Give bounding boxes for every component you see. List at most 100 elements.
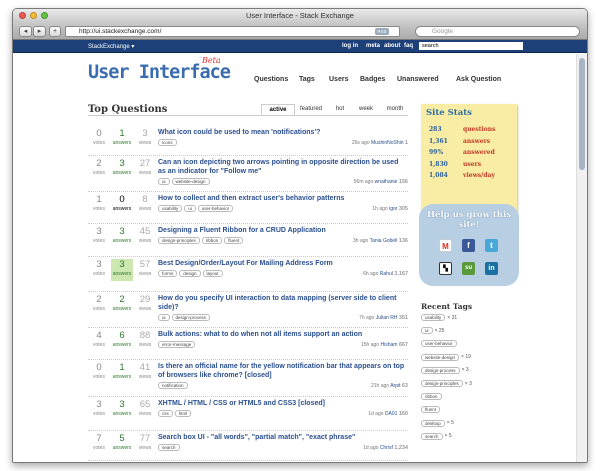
maximize-icon[interactable] bbox=[41, 12, 48, 19]
answers-number: 6 bbox=[119, 330, 125, 341]
gmail-icon[interactable]: M bbox=[439, 239, 452, 252]
question-title[interactable]: Designing a Fluent Ribbon for a CRUD App… bbox=[158, 226, 408, 235]
tab-featured[interactable]: featured bbox=[297, 104, 325, 115]
back-arrow-icon[interactable]: ◂ bbox=[19, 26, 32, 37]
question-tags: design-principles ribbon fluent bbox=[158, 237, 244, 244]
tag-chip[interactable]: notification bbox=[158, 382, 188, 389]
twitter-icon[interactable]: t bbox=[485, 239, 498, 252]
views-number: 57 bbox=[139, 259, 151, 270]
browser-search-field[interactable]: Google bbox=[415, 26, 580, 37]
question-user[interactable]: DA01 bbox=[385, 411, 398, 417]
stat-label[interactable]: answered bbox=[463, 149, 495, 156]
meta-link[interactable]: meta bbox=[366, 43, 380, 49]
add-bookmark-icon[interactable]: + bbox=[49, 26, 61, 37]
tag-chip[interactable]: html bbox=[174, 410, 192, 417]
tag-chip[interactable]: design-principles bbox=[421, 380, 463, 387]
faq-link[interactable]: faq bbox=[404, 43, 413, 49]
question-tags: notification bbox=[158, 382, 188, 389]
tag-chip[interactable]: website-design bbox=[171, 178, 210, 185]
nav-ask-question[interactable]: Ask Question bbox=[456, 76, 501, 83]
tag-chip[interactable]: search bbox=[158, 444, 180, 451]
nav-unanswered[interactable]: Unanswered bbox=[397, 76, 439, 83]
question-user[interactable]: Hisham bbox=[380, 342, 397, 348]
question-title[interactable]: Best Design/Order/Layout For Mailing Add… bbox=[158, 259, 408, 268]
question-user[interactable]: Tania Gobeli bbox=[370, 238, 398, 244]
tag-chip[interactable]: website-design bbox=[421, 353, 460, 361]
question-title[interactable]: Bulk actions: what to do when not all it… bbox=[158, 330, 408, 339]
site-title[interactable]: User Interface bbox=[88, 62, 231, 83]
stumbleupon-icon[interactable]: su bbox=[462, 262, 475, 275]
tag-chip[interactable]: ui bbox=[184, 205, 196, 212]
nav-tags[interactable]: Tags bbox=[299, 76, 315, 83]
tag-chip[interactable]: search bbox=[421, 432, 443, 440]
tag-chip[interactable]: user-behavior bbox=[197, 205, 234, 212]
question-user[interactable]: Chrisf bbox=[380, 445, 393, 451]
question-title[interactable]: Search box UI - "all words", "partial ma… bbox=[158, 433, 408, 442]
tag-chip[interactable]: usability bbox=[158, 205, 183, 212]
tag-chip[interactable]: ui bbox=[421, 327, 433, 335]
close-icon[interactable] bbox=[19, 12, 26, 19]
question-user[interactable]: Arpit bbox=[390, 383, 400, 389]
tag-chip[interactable]: ui bbox=[158, 314, 170, 321]
views-label: views bbox=[138, 445, 152, 451]
stat-label[interactable]: users bbox=[463, 161, 481, 168]
views-number: 41 bbox=[139, 362, 151, 373]
tab-active[interactable]: active bbox=[261, 104, 295, 115]
tab-week[interactable]: week bbox=[355, 104, 377, 115]
about-link[interactable]: about bbox=[384, 43, 400, 49]
facebook-icon[interactable]: f bbox=[462, 239, 475, 252]
tag-chip[interactable]: design-process bbox=[421, 366, 460, 374]
user-reputation: 1 bbox=[404, 140, 408, 146]
votes-count: 1 votes bbox=[88, 194, 110, 216]
tab-month[interactable]: month bbox=[382, 104, 408, 115]
vertical-scrollbar[interactable] bbox=[576, 54, 587, 462]
stat-label[interactable]: questions bbox=[463, 126, 496, 133]
question-title[interactable]: What icon could be used to mean 'notific… bbox=[158, 128, 408, 137]
question-user[interactable]: Rahul bbox=[380, 271, 393, 277]
question-title[interactable]: How do you specify UI interaction to dat… bbox=[158, 294, 408, 312]
tag-chip[interactable]: css bbox=[158, 410, 173, 417]
question-user[interactable]: wnathanie bbox=[375, 179, 398, 185]
nav-badges[interactable]: Badges bbox=[360, 76, 385, 83]
linkedin-icon[interactable]: in bbox=[485, 262, 498, 275]
question-user[interactable]: Julian RH bbox=[376, 315, 398, 321]
tag-chip[interactable]: design-principles bbox=[158, 237, 200, 244]
url-field[interactable]: http://ui.stackexchange.com/ RSS bbox=[65, 26, 400, 37]
tag-chip[interactable]: ribbon bbox=[201, 237, 223, 244]
question-user[interactable]: igor bbox=[389, 206, 397, 212]
tag-chip[interactable]: error-message bbox=[158, 341, 196, 348]
tag-chip[interactable]: layout bbox=[202, 270, 223, 277]
tag-chip[interactable]: fluent bbox=[421, 406, 441, 414]
stat-label[interactable]: answers bbox=[463, 138, 490, 145]
stat-label[interactable]: views/day bbox=[463, 172, 495, 179]
delicious-icon[interactable]: ▚ bbox=[439, 262, 452, 275]
question-row: 2 votes 2 answers 29 views How do you specify … bbox=[88, 292, 408, 328]
nav-questions[interactable]: Questions bbox=[254, 76, 288, 83]
tab-hot[interactable]: hot bbox=[331, 104, 349, 115]
login-link[interactable]: log in bbox=[342, 43, 358, 49]
site-search-input[interactable]: search bbox=[419, 42, 523, 50]
tag-chip[interactable]: desktop bbox=[421, 419, 445, 427]
tag-chip[interactable]: design bbox=[179, 270, 201, 277]
tag-chip[interactable]: icons bbox=[158, 139, 177, 146]
tag-chip[interactable]: fluent bbox=[224, 237, 244, 244]
tag-chip[interactable]: forms bbox=[158, 270, 178, 277]
scrollbar-thumb[interactable] bbox=[579, 58, 585, 170]
views-number: 8 bbox=[142, 194, 148, 205]
answers-number: 1 bbox=[119, 362, 125, 373]
tag-chip[interactable]: ui bbox=[158, 178, 170, 185]
question-title[interactable]: How to collect and then extract user's b… bbox=[158, 194, 408, 203]
tag-chip[interactable]: design-process bbox=[171, 314, 211, 321]
tag-chip[interactable]: usability bbox=[421, 314, 446, 321]
question-title[interactable]: XHTML / HTML / CSS or HTML5 and CSS3 [cl… bbox=[158, 399, 408, 408]
stackexchange-logo[interactable]: StackExchange ▾ bbox=[88, 43, 134, 50]
question-user[interactable]: MushinNoShin bbox=[371, 140, 404, 146]
forward-arrow-icon[interactable]: ▸ bbox=[33, 26, 46, 37]
tag-chip[interactable]: ribbon bbox=[421, 393, 442, 401]
rss-icon[interactable]: RSS bbox=[375, 28, 389, 35]
tag-chip[interactable]: user-behavior bbox=[421, 340, 457, 348]
question-title[interactable]: Is there an official name for the yellow… bbox=[158, 362, 408, 380]
nav-users[interactable]: Users bbox=[329, 76, 348, 83]
question-title[interactable]: Can an icon depicting two arrows pointin… bbox=[158, 158, 408, 176]
minimize-icon[interactable] bbox=[30, 12, 37, 19]
